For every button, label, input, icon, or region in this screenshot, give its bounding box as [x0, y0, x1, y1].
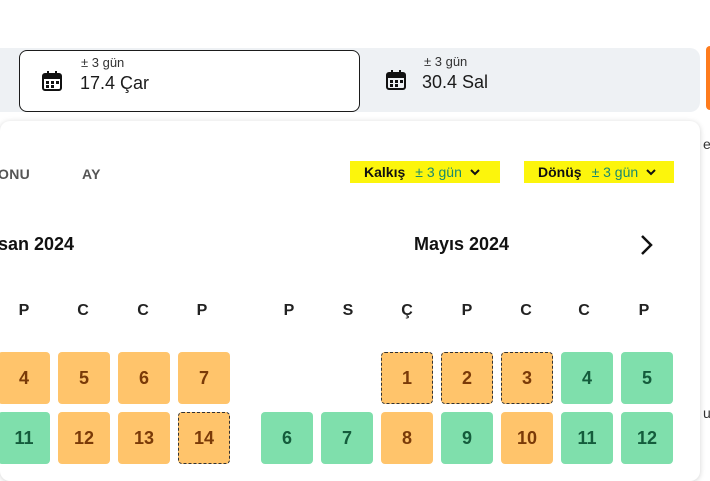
- chevron-right-icon[interactable]: [634, 233, 658, 257]
- departure-flex-label: ± 3 gün: [81, 55, 125, 70]
- calendar-day-selected[interactable]: 3: [501, 352, 553, 404]
- departure-date-value: 17.4 Çar: [80, 73, 150, 93]
- chevron-down-icon: [646, 169, 656, 176]
- calendar-day[interactable]: 4: [561, 352, 613, 404]
- departure-flex-dropdown[interactable]: Kalkış ± 3 gün: [350, 161, 500, 183]
- calendar-day[interactable]: 7: [178, 352, 230, 404]
- calendar-day[interactable]: 7: [321, 412, 373, 464]
- calendar-day[interactable]: 12: [58, 412, 110, 464]
- return-date-field[interactable]: ± 3 gün 30.4 Sal: [372, 50, 692, 112]
- calendar-day-selected[interactable]: 2: [441, 352, 493, 404]
- tab-month[interactable]: AY: [82, 166, 101, 182]
- calendar-day[interactable]: 11: [0, 412, 50, 464]
- calendar-day[interactable]: 6: [261, 412, 313, 464]
- weekday-header: P: [461, 302, 473, 319]
- weekday-header: C: [137, 302, 149, 319]
- return-flex-label: ± 3 gün: [424, 54, 468, 69]
- month-title-may: Mayıs 2024: [414, 234, 510, 254]
- search-bar: ± 3 gün 17.4 Çar ± 3 gün 30.4 Sal: [0, 0, 710, 120]
- calendar-day[interactable]: 6: [118, 352, 170, 404]
- calendar-day[interactable]: 5: [58, 352, 110, 404]
- departure-date-field[interactable]: ± 3 gün 17.4 Çar: [19, 50, 360, 112]
- calendar-day[interactable]: 12: [621, 412, 673, 464]
- weekday-header: P: [283, 302, 295, 319]
- calendar-icon: [386, 70, 406, 90]
- calendar-day[interactable]: 13: [118, 412, 170, 464]
- calendar-day[interactable]: 5: [621, 352, 673, 404]
- calendar-day-selected[interactable]: 14: [178, 412, 230, 464]
- return-flex-dropdown-label: Dönüş: [538, 164, 582, 180]
- weekday-header: C: [578, 302, 590, 319]
- weekday-header: C: [520, 302, 532, 319]
- calendar-day[interactable]: 4: [0, 352, 50, 404]
- edge-text: u: [703, 405, 710, 421]
- calendar-day[interactable]: 10: [501, 412, 553, 464]
- weekday-header: S: [342, 302, 354, 319]
- return-date-value: 30.4 Sal: [422, 72, 489, 92]
- departure-flex-dropdown-value: ± 3 gün: [415, 164, 462, 180]
- search-button-edge[interactable]: [706, 46, 710, 110]
- return-flex-dropdown[interactable]: Dönüş ± 3 gün: [524, 161, 674, 183]
- return-flex-dropdown-value: ± 3 gün: [591, 164, 639, 180]
- tab-calendar[interactable]: ONU: [0, 166, 30, 182]
- calendar-day[interactable]: 11: [561, 412, 613, 464]
- calendar-icon: [42, 71, 62, 91]
- calendar-day-selected[interactable]: 1: [381, 352, 433, 404]
- weekday-header: P: [638, 302, 650, 319]
- calendar-day[interactable]: 8: [381, 412, 433, 464]
- weekday-header: Ç: [401, 302, 413, 319]
- weekday-header: P: [196, 302, 208, 319]
- weekday-header: P: [18, 302, 30, 319]
- departure-flex-dropdown-label: Kalkış: [364, 164, 406, 180]
- edge-text: ek: [703, 136, 710, 152]
- calendar-day[interactable]: 9: [441, 412, 493, 464]
- month-title-april: san 2024: [0, 234, 75, 254]
- weekday-header: C: [77, 302, 89, 319]
- chevron-down-icon: [470, 169, 480, 176]
